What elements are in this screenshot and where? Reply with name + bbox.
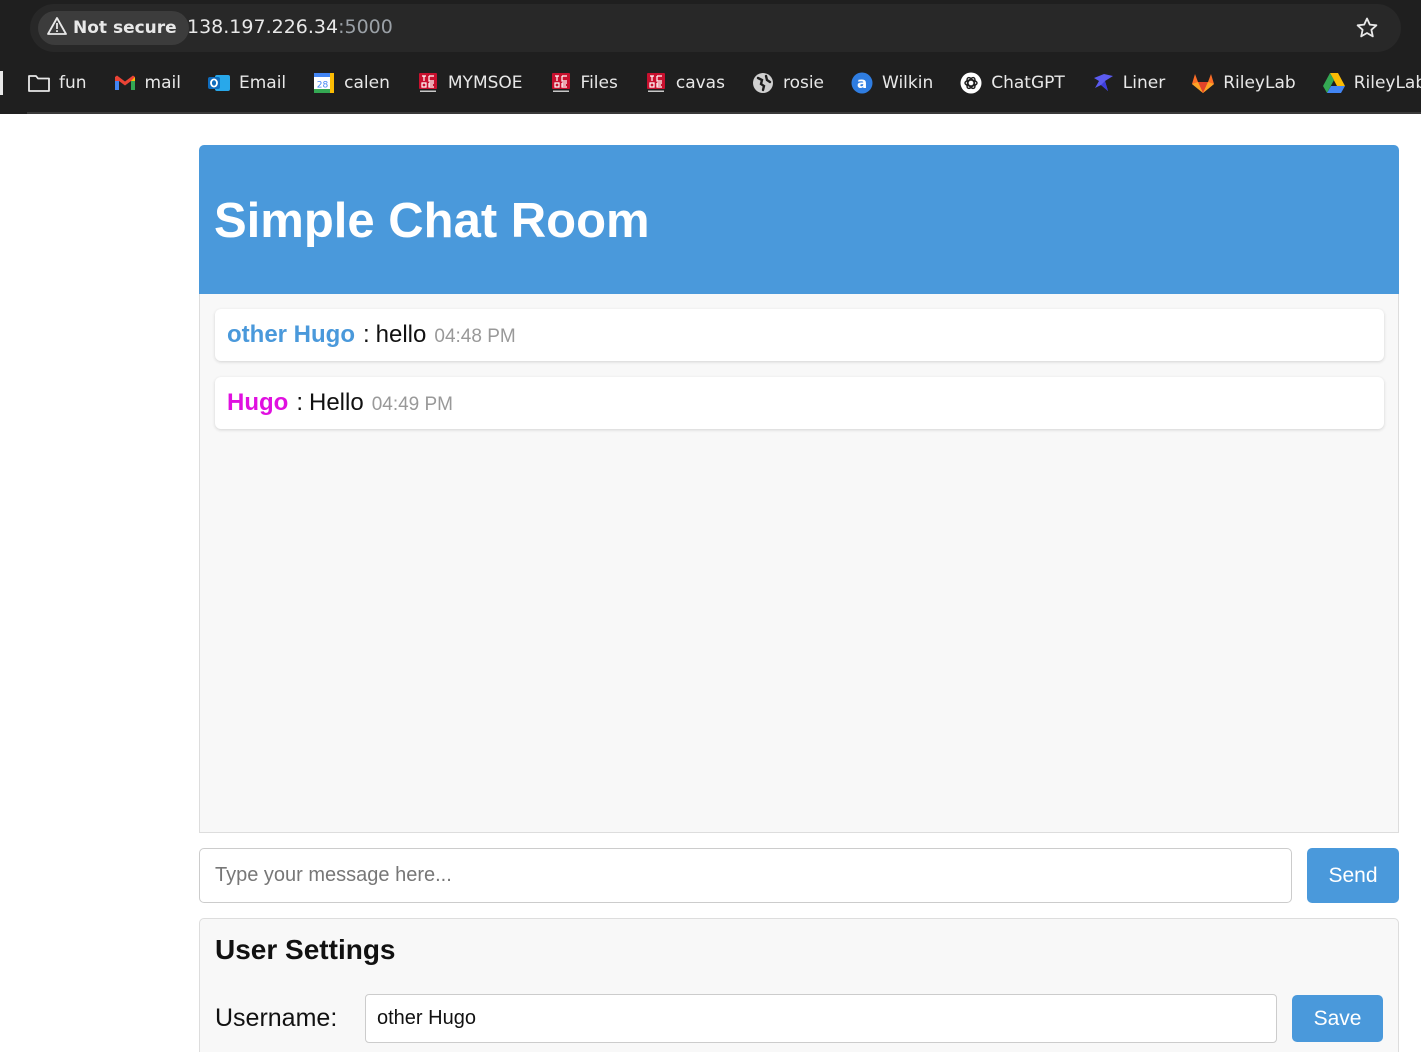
bookmark-label: Liner (1122, 73, 1166, 93)
bookmark-star-icon[interactable] (1355, 16, 1379, 40)
bookmark-label: RileyLab - Goo (1353, 73, 1421, 93)
bookmark-cavas[interactable]: cavas (644, 71, 725, 95)
svg-text:a: a (857, 74, 867, 92)
chat-header: Simple Chat Room (199, 145, 1399, 294)
send-button[interactable]: Send (1307, 848, 1399, 903)
chat-messages[interactable]: other Hugo : hello 04:48 PM Hugo : Hello… (199, 294, 1399, 833)
calendar-icon: 28 (312, 71, 336, 95)
save-button[interactable]: Save (1292, 995, 1383, 1042)
url-text[interactable]: 138.197.226.34:5000 (187, 16, 393, 38)
address-bar[interactable]: Not secure 138.197.226.34:5000 (30, 4, 1401, 52)
settings-title: User Settings (215, 934, 396, 965)
browser-chrome: Not secure 138.197.226.34:5000 fun mail … (0, 0, 1421, 114)
bookmark-label: fun (59, 73, 87, 93)
liner-icon (1091, 71, 1115, 95)
bookmarks-bar: fun mail Email 28 calen MYMSOE Files cav… (0, 63, 1421, 103)
msoe-icon (549, 71, 573, 95)
page-title: Simple Chat Room (214, 194, 650, 248)
outlook-icon (207, 71, 231, 95)
security-indicator[interactable]: Not secure (38, 11, 189, 45)
chat-message: other Hugo : hello 04:48 PM (215, 309, 1384, 361)
folder-icon (27, 71, 51, 95)
bookmark-calen[interactable]: 28 calen (312, 71, 390, 95)
bookmark-label: rosie (782, 73, 825, 93)
bookmark-mail[interactable]: mail (113, 71, 181, 95)
bookmark-liner[interactable]: Liner (1091, 71, 1165, 95)
username-input[interactable] (365, 994, 1277, 1043)
bookmark-rileylab-drive[interactable]: RileyLab - Goo (1322, 71, 1421, 95)
msoe-icon (416, 71, 440, 95)
bookmark-fun[interactable]: fun (27, 71, 87, 95)
chrome-divider (27, 112, 1421, 114)
message-input[interactable] (199, 848, 1292, 903)
gitlab-icon (1191, 71, 1215, 95)
message-separator: : (296, 389, 303, 416)
chatgpt-icon (959, 71, 983, 95)
bookmark-label: Wilkin (882, 73, 934, 93)
username-label: Username: (215, 1004, 338, 1032)
globe-icon (751, 71, 775, 95)
bookmark-label: Email (238, 73, 287, 93)
bookmark-label: Files (580, 73, 618, 93)
bookmark-mymsoe[interactable]: MYMSOE (416, 71, 523, 95)
bookmarks-bar-edge (0, 71, 3, 95)
msoe-icon (644, 71, 668, 95)
message-separator: : (362, 321, 370, 348)
message-timestamp: 04:49 PM (371, 393, 454, 415)
message-text: Hello (308, 389, 364, 416)
bookmark-chatgpt[interactable]: ChatGPT (959, 71, 1065, 95)
bookmark-label: calen (344, 73, 390, 93)
bookmark-rileylab[interactable]: RileyLab (1191, 71, 1296, 95)
url-host: 138.197.226.34 (187, 16, 339, 38)
bookmark-files[interactable]: Files (549, 71, 618, 95)
chat-message: Hugo : Hello 04:49 PM (215, 377, 1384, 429)
url-port: :5000 (338, 16, 393, 38)
message-timestamp: 04:48 PM (434, 325, 516, 347)
bookmark-email[interactable]: Email (207, 71, 286, 95)
bookmark-label: mail (144, 73, 181, 93)
bookmark-wilkin[interactable]: a Wilkin (850, 71, 933, 95)
bookmark-label: cavas (675, 73, 725, 93)
message-username: other Hugo (227, 321, 355, 348)
bookmark-label: RileyLab (1223, 73, 1296, 93)
bookmark-label: MYMSOE (447, 73, 523, 93)
user-settings-panel: User Settings Username: Save (199, 918, 1399, 1052)
bookmark-rosie[interactable]: rosie (751, 71, 824, 95)
warning-icon (47, 16, 67, 41)
message-text: hello (375, 321, 427, 348)
gmail-icon (113, 71, 137, 95)
bookmark-label: ChatGPT (991, 73, 1065, 93)
google-drive-icon (1322, 71, 1346, 95)
wilkin-icon: a (850, 71, 874, 95)
message-username: Hugo (227, 389, 289, 416)
security-label: Not secure (73, 18, 177, 38)
svg-text:28: 28 (317, 81, 329, 91)
